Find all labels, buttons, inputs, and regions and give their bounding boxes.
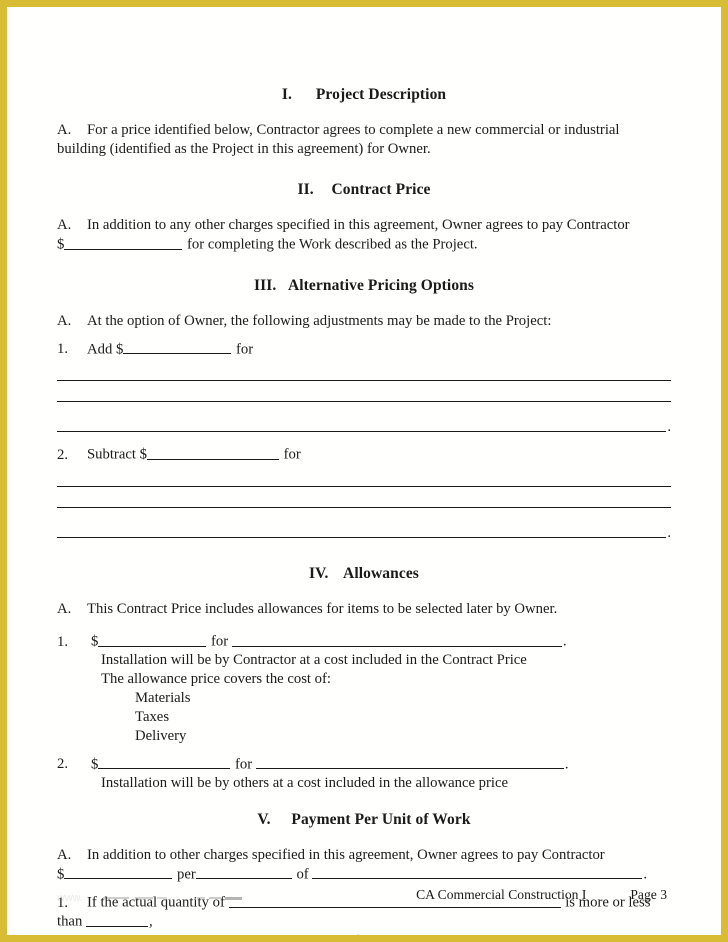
section-heading-2: II. Contract Price — [57, 180, 671, 199]
write-in-rule[interactable]: . — [57, 524, 671, 541]
amount-blank[interactable] — [64, 235, 183, 250]
list-text: For a price identified below, Contractor… — [57, 122, 620, 158]
watermark-smudge — [225, 897, 242, 900]
section-4-item-2-note1: Installation will be by others at a cost… — [101, 774, 509, 791]
section-title-1: Project Description — [315, 86, 447, 103]
amount-blank[interactable] — [98, 632, 207, 647]
list-text: for — [211, 633, 229, 650]
watermark-text: www. — [57, 892, 83, 903]
section-1-item-a: A. For a price identified below, Contract… — [57, 121, 671, 159]
cost-item-taxes: Taxes — [135, 708, 170, 725]
description-blank[interactable] — [255, 755, 564, 770]
section-4-item-2: 2. $ for . — [57, 755, 671, 774]
dollar-sign: $ — [57, 866, 65, 883]
rule-period: . — [667, 419, 671, 436]
list-mark: 1. — [57, 633, 69, 650]
amount-blank[interactable] — [98, 755, 231, 770]
write-in-rule[interactable] — [57, 401, 671, 403]
section-heading-3: III. Alternative Pricing Options — [57, 276, 671, 295]
list-mark: 2. — [57, 446, 69, 463]
section-3-item-a: A. At the option of Owner, the following … — [57, 312, 671, 331]
list-text: At the option of Owner, the following ad… — [87, 312, 552, 329]
document-page: I. Project Description A. For a price iden… — [0, 0, 728, 942]
list-text: Add $ — [87, 341, 124, 358]
watermark-smudge — [157, 897, 167, 899]
section-4-item-1-note1: Installation will be by Contractor at a … — [101, 652, 527, 669]
list-mark: A. — [57, 217, 72, 234]
section-4-item-a: A. This Contract Price includes allowance… — [57, 600, 671, 619]
rate-blank[interactable] — [64, 865, 173, 880]
section-numeral-5: V. — [257, 810, 271, 828]
list-text-after: for — [235, 341, 254, 358]
list-mark: A. — [57, 601, 72, 618]
dollar-sign: $ — [91, 756, 99, 773]
description-blank[interactable] — [231, 632, 562, 647]
section-numeral-3: III. — [253, 276, 277, 294]
section-title-5: Payment Per Unit of Work — [291, 810, 471, 828]
section-4-item-1: 1. $ for . — [57, 632, 671, 651]
section-heading-4: IV. Allowances — [57, 564, 671, 583]
period: . — [562, 633, 567, 650]
line-suffix: for completing the Work described as the… — [187, 236, 478, 253]
section-title-4: Allowances — [343, 564, 419, 582]
section-5-item-a-line2: $ per of . — [57, 865, 671, 884]
section-title-2: Contract Price — [331, 181, 431, 198]
cost-item-delivery: Delivery — [135, 727, 187, 744]
watermark-smudge — [135, 897, 153, 899]
write-in-rule[interactable] — [57, 485, 671, 487]
section-numeral-2: II. — [297, 181, 314, 198]
section-heading-1: I. Project Description — [57, 85, 671, 104]
list-mark: A. — [57, 312, 72, 329]
period: . — [643, 866, 648, 883]
adjust-amount-blank[interactable] — [362, 932, 512, 935]
section-4-item-1-note2: The allowance price covers the cost of: — [101, 671, 332, 688]
section-numeral-1: I. — [281, 86, 292, 103]
list-mark: 2. — [57, 756, 69, 773]
dollar-sign: $ — [57, 236, 65, 253]
write-in-rule[interactable] — [57, 380, 671, 382]
list-text: for — [235, 756, 253, 773]
footer-page-number: Page 3 — [630, 887, 667, 902]
list-mark: 1. — [57, 341, 69, 358]
footer-watermark: www. — [57, 889, 242, 903]
section-heading-5: V. Payment Per Unit of Work — [57, 810, 671, 829]
section-3-item-1: 1. Add $ for — [57, 340, 671, 359]
of-label: of — [296, 866, 309, 883]
dollar-sign: $ — [91, 633, 99, 650]
watermark-smudge — [103, 897, 129, 899]
document-body: I. Project Description A. For a price iden… — [57, 85, 671, 942]
section-2-item-a-line2: $ for completing the Work described as t… — [57, 235, 671, 254]
list-text-after: for — [283, 446, 301, 463]
cost-item-materials: Materials — [135, 690, 191, 707]
footer-right-group: CA Commercial Construction I Page 3 — [416, 887, 667, 903]
list-text: Subtract $ — [87, 446, 147, 463]
per-label: per — [516, 933, 536, 942]
section-5-item-a: A. In addition to other charges specified… — [57, 846, 671, 865]
list-text: In addition to other charges specified i… — [87, 847, 605, 864]
watermark-smudge — [197, 897, 205, 899]
section-2-item-a: A. In addition to any other charges speci… — [57, 216, 671, 235]
amount-blank[interactable] — [123, 340, 232, 355]
period: . — [564, 756, 569, 773]
section-3-item-2: 2. Subtract $ for — [57, 445, 671, 464]
list-mark: A. — [57, 122, 72, 139]
write-in-rule[interactable]: . — [57, 419, 671, 436]
section-title-3: Alternative Pricing Options — [287, 276, 475, 294]
section-5-item-1-line2: the Contract Price will be increased or … — [57, 932, 671, 942]
watermark-smudge — [209, 897, 221, 899]
unit-blank[interactable] — [195, 865, 292, 880]
page-sheet: I. Project Description A. For a price iden… — [7, 7, 721, 935]
rule-period: . — [667, 524, 671, 541]
list-mark: A. — [57, 847, 72, 864]
write-in-rule[interactable] — [57, 506, 671, 508]
section-numeral-4: IV. — [309, 564, 329, 582]
page-footer: www. CA Commercial Construction I Page 3 — [57, 887, 681, 917]
list-text: In addition to any other charges specifi… — [87, 217, 630, 234]
work-blank[interactable] — [312, 865, 643, 880]
amount-blank[interactable] — [146, 445, 279, 460]
footer-document-title: CA Commercial Construction I — [416, 887, 587, 902]
per-label: per — [177, 866, 196, 883]
list-text: the Contract Price will be increased or … — [57, 933, 362, 942]
list-text: This Contract Price includes allowances … — [87, 601, 558, 618]
